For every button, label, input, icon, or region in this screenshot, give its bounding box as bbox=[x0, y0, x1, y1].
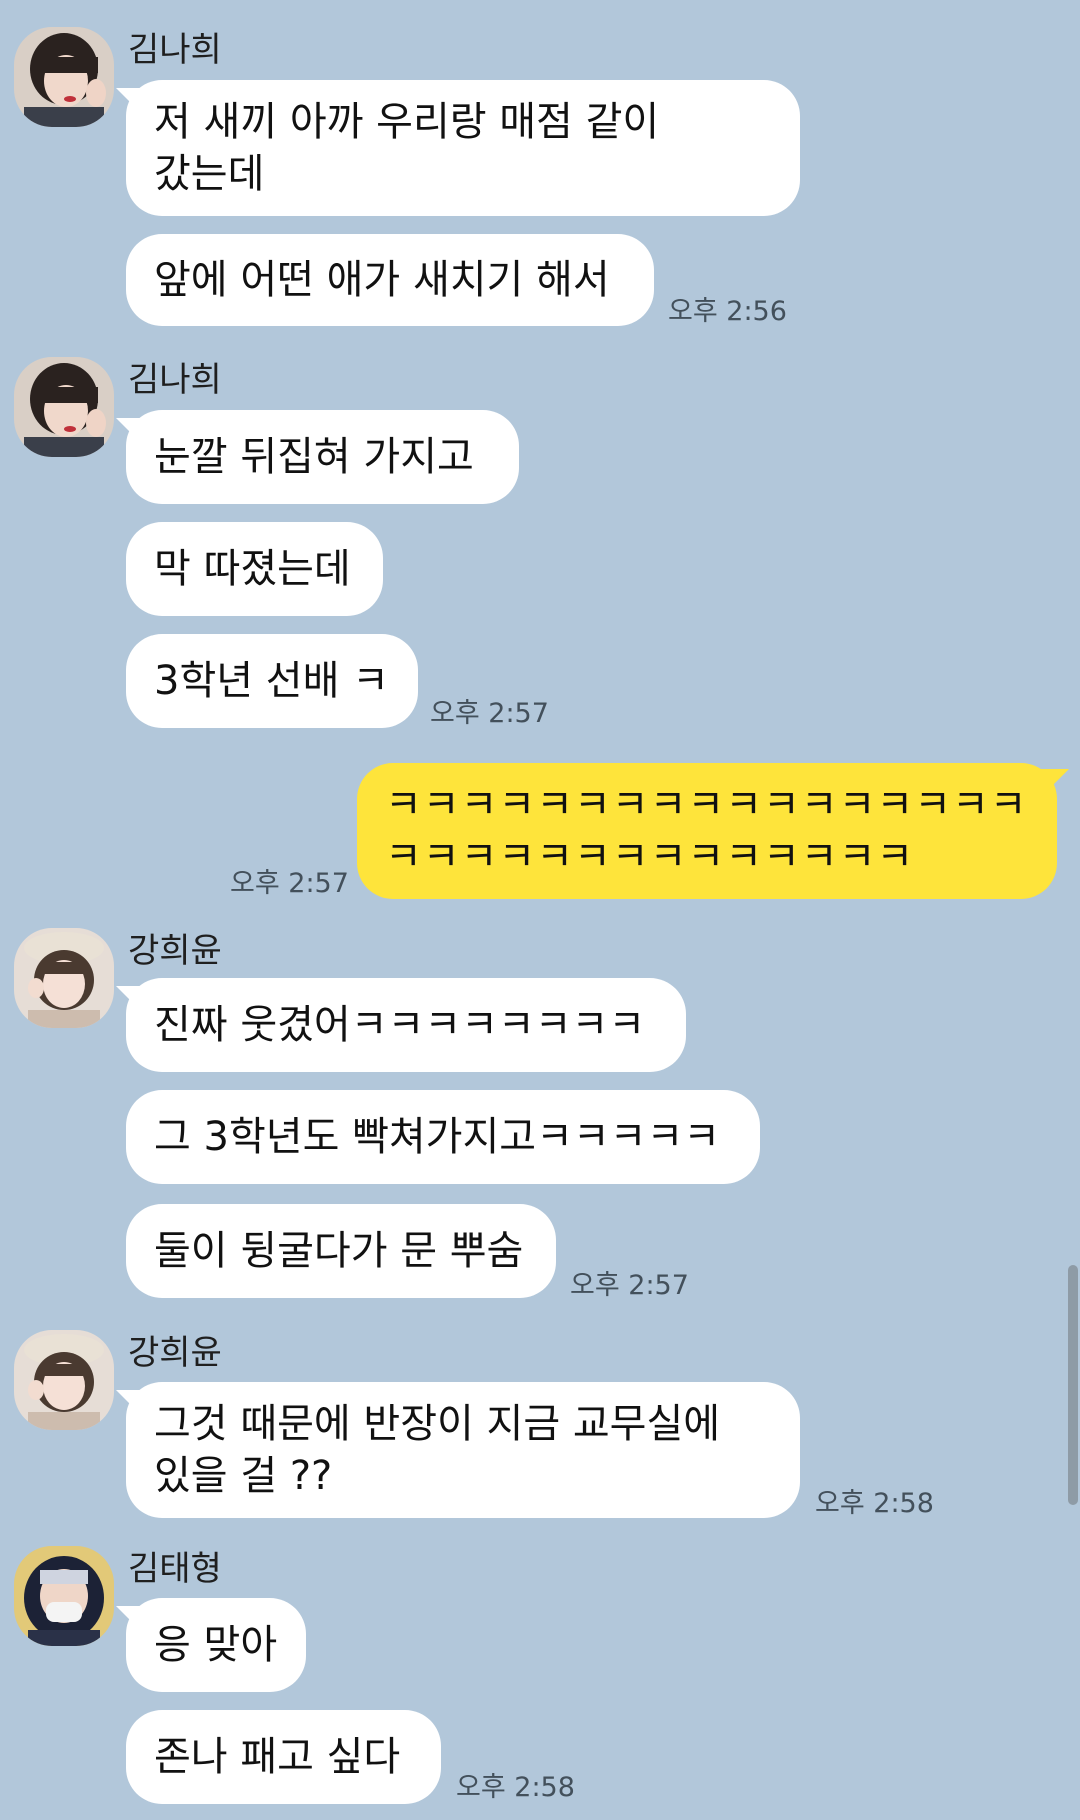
message-timestamp: 오후 2:57 bbox=[230, 868, 349, 899]
profile-photo-icon bbox=[14, 1330, 114, 1430]
message-timestamp: 오후 2:57 bbox=[430, 698, 549, 729]
message-bubble[interactable]: 둘이 뒹굴다가 문 뿌숨 bbox=[126, 1204, 556, 1298]
avatar-kang-heeyun[interactable] bbox=[14, 1330, 114, 1430]
message-timestamp: 오후 2:56 bbox=[668, 296, 787, 327]
message-timestamp: 오후 2:58 bbox=[456, 1772, 575, 1803]
avatar-kang-heeyun[interactable] bbox=[14, 928, 114, 1028]
message-timestamp: 오후 2:58 bbox=[815, 1488, 934, 1519]
scrollbar[interactable] bbox=[1068, 1265, 1078, 1505]
avatar-kim-nahee[interactable] bbox=[14, 357, 114, 457]
sender-name: 김나희 bbox=[128, 360, 222, 400]
message-bubble[interactable]: 응 맞아 bbox=[126, 1598, 306, 1692]
message-bubble[interactable]: 진짜 웃겼어ㅋㅋㅋㅋㅋㅋㅋㅋ bbox=[126, 978, 686, 1072]
message-bubble[interactable]: 저 새끼 아까 우리랑 매점 같이 갔는데 bbox=[126, 80, 800, 216]
avatar-kim-nahee[interactable] bbox=[14, 27, 114, 127]
sender-name: 김나희 bbox=[128, 30, 222, 70]
message-bubble[interactable]: 앞에 어떤 애가 새치기 해서 bbox=[126, 234, 654, 326]
message-bubble[interactable]: 눈깔 뒤집혀 가지고 bbox=[126, 410, 519, 504]
message-bubble[interactable]: 존나 패고 싶다 bbox=[126, 1710, 441, 1804]
my-message-bubble[interactable]: ㅋㅋㅋㅋㅋㅋㅋㅋㅋㅋㅋㅋㅋㅋㅋㅋㅋ ㅋㅋㅋㅋㅋㅋㅋㅋㅋㅋㅋㅋㅋㅋ bbox=[357, 763, 1057, 899]
profile-photo-icon bbox=[14, 27, 114, 127]
profile-photo-icon bbox=[14, 928, 114, 1028]
profile-photo-icon bbox=[14, 1546, 114, 1646]
sender-name: 김태형 bbox=[128, 1549, 222, 1589]
chat-area[interactable]: 김나희 저 새끼 아까 우리랑 매점 같이 갔는데 앞에 어떤 애가 새치기 해… bbox=[0, 0, 1080, 1820]
message-bubble[interactable]: 막 따졌는데 bbox=[126, 522, 383, 616]
profile-photo-icon bbox=[14, 357, 114, 457]
sender-name: 강희윤 bbox=[128, 1333, 222, 1373]
avatar-kim-taehyung[interactable] bbox=[14, 1546, 114, 1646]
message-bubble[interactable]: 3학년 선배 ㅋ bbox=[126, 634, 418, 728]
message-timestamp: 오후 2:57 bbox=[570, 1270, 689, 1301]
sender-name: 강희윤 bbox=[128, 931, 222, 971]
message-bubble[interactable]: 그 3학년도 빡쳐가지고ㅋㅋㅋㅋㅋ bbox=[126, 1090, 760, 1184]
message-bubble[interactable]: 그것 때문에 반장이 지금 교무실에 있을 걸 ?? bbox=[126, 1382, 800, 1518]
